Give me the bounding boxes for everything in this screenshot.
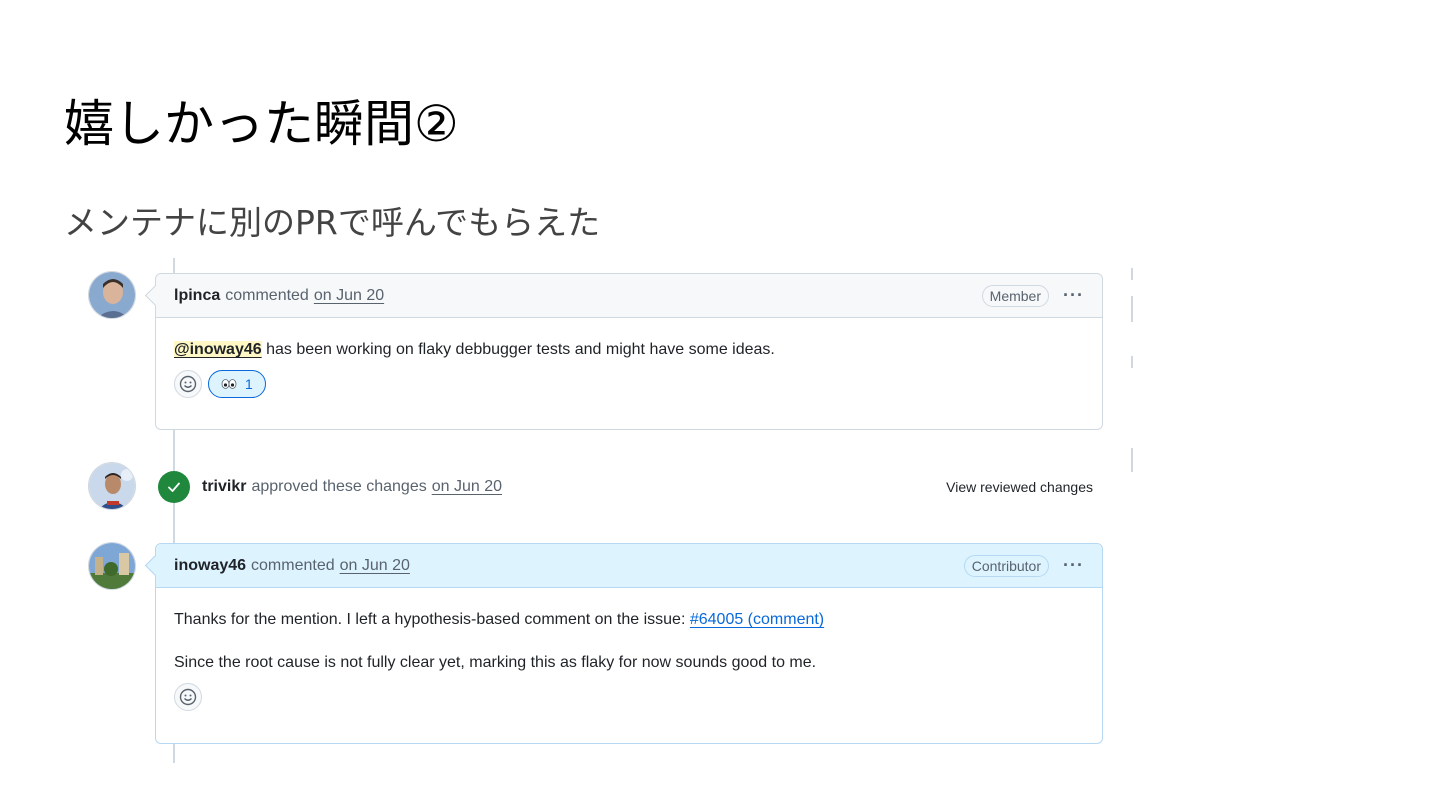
comment-lpinca: lpinca commented on Jun 20 Member ··· @i… — [155, 273, 1103, 430]
comment-text: has been working on flaky debbugger test… — [266, 341, 775, 358]
comment-action: commented — [225, 286, 309, 304]
comment-date-link[interactable]: on Jun 20 — [340, 557, 410, 575]
reviewer-name[interactable]: trivikr — [202, 478, 246, 496]
add-reaction-button[interactable] — [174, 370, 202, 398]
review-date-link[interactable]: on Jun 20 — [432, 478, 502, 496]
reaction-count: 1 — [245, 376, 253, 392]
view-reviewed-changes-link[interactable]: View reviewed changes — [946, 479, 1093, 495]
user-mention[interactable]: @inoway46 — [174, 341, 262, 358]
avatar-inoway46[interactable] — [88, 542, 136, 590]
avatar-photo-icon — [89, 543, 135, 589]
comment-body: Thanks for the mention. I left a hypothe… — [156, 588, 1102, 727]
comment-text-line2: Since the root cause is not fully clear … — [174, 654, 817, 671]
avatar-trivikr[interactable] — [88, 462, 136, 510]
smiley-icon — [179, 375, 197, 393]
eyes-icon — [221, 379, 237, 389]
slide-subtitle: メンテナに別のPRで呼んでもらえた — [64, 203, 601, 242]
reactions-bar: 1 — [174, 370, 1084, 398]
add-reaction-button[interactable] — [174, 683, 202, 711]
comment-action: commented — [251, 556, 335, 574]
cropped-edge-mark — [1131, 356, 1133, 368]
comment-body: @inoway46 has been working on flaky debb… — [156, 318, 1102, 414]
cropped-edge-mark — [1131, 268, 1133, 280]
comment-date-link[interactable]: on Jun 20 — [314, 287, 384, 305]
comment-header: inoway46 commented on Jun 20 Contributor… — [156, 544, 1102, 588]
role-badge: Contributor — [963, 554, 1050, 577]
avatar-photo-icon — [89, 272, 135, 318]
review-event: trivikr approved these changes on Jun 20… — [158, 470, 1103, 504]
approved-check-icon — [158, 471, 190, 503]
kebab-menu-icon[interactable]: ··· — [1063, 285, 1084, 306]
slide-title: 嬉しかった瞬間② — [64, 95, 459, 153]
cropped-edge-mark — [1131, 448, 1133, 472]
avatar-lpinca[interactable] — [88, 271, 136, 319]
review-action: approved these changes — [251, 478, 427, 495]
comment-header: lpinca commented on Jun 20 Member ··· — [156, 274, 1102, 318]
avatar-photo-icon — [89, 463, 135, 509]
kebab-menu-icon[interactable]: ··· — [1063, 555, 1084, 576]
comment-author[interactable]: inoway46 — [174, 557, 246, 575]
issue-comment-link[interactable]: #64005 (comment) — [690, 611, 824, 628]
comment-text-line1: Thanks for the mention. I left a hypothe… — [174, 611, 686, 628]
comment-author[interactable]: lpinca — [174, 287, 220, 305]
smiley-icon — [179, 688, 197, 706]
reactions-bar — [174, 683, 1084, 711]
role-badge: Member — [981, 284, 1050, 307]
eyes-reaction-button[interactable]: 1 — [208, 370, 266, 398]
comment-inoway46: inoway46 commented on Jun 20 Contributor… — [155, 543, 1103, 744]
cropped-edge-mark — [1131, 296, 1133, 322]
